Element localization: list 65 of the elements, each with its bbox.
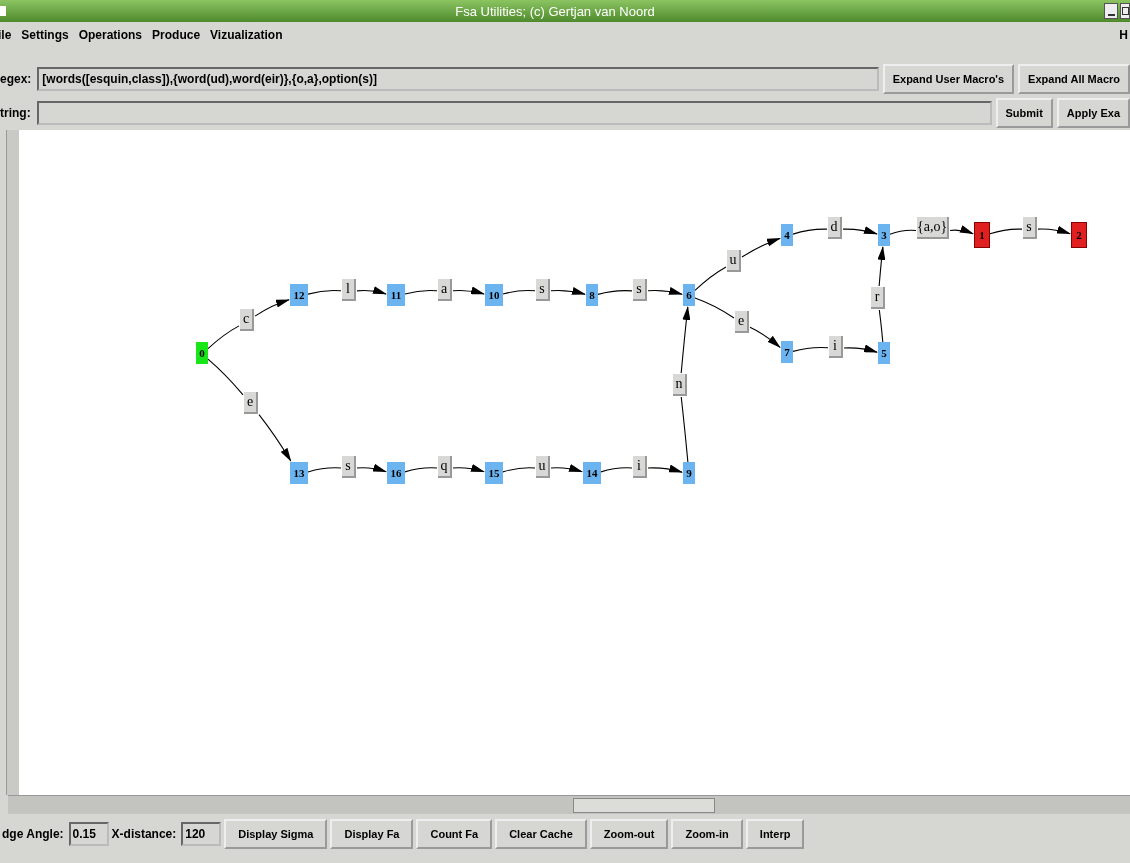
state-node[interactable]: 13 <box>290 462 308 484</box>
state-node[interactable]: 0 <box>196 342 208 364</box>
vertical-scrollbar[interactable] <box>6 130 19 795</box>
edge-label: r <box>871 287 885 309</box>
string-action-button[interactable]: Submit <box>995 98 1053 128</box>
string-field[interactable] <box>36 101 992 125</box>
edge-label: e <box>244 392 258 414</box>
edge-label: {a,o} <box>917 217 949 239</box>
state-node[interactable]: 16 <box>387 462 405 484</box>
menu-item[interactable]: Operations <box>78 28 143 42</box>
edge-label: c <box>240 309 254 331</box>
regex-field[interactable]: [words([esquin,class]),{word(ud),word(eir)},{o,a},option(s)] <box>37 67 879 91</box>
edge-angle-field[interactable]: 0.15 <box>68 822 109 846</box>
minimize-icon[interactable] <box>1104 3 1118 19</box>
state-node[interactable]: 14 <box>583 462 601 484</box>
string-label: tring: <box>0 106 32 120</box>
edge-label: a <box>438 279 452 301</box>
edge-label: s <box>536 279 550 301</box>
menu-item[interactable]: Vizualization <box>210 28 283 42</box>
toolbar-button[interactable]: Display Fa <box>330 819 414 849</box>
x-distance-label: X-distance: <box>111 827 178 841</box>
toolbar-button[interactable]: Clear Cache <box>495 819 587 849</box>
regex-label: egex: <box>0 72 33 86</box>
state-node[interactable]: 9 <box>683 462 695 484</box>
edge-label: n <box>673 374 687 396</box>
state-node[interactable]: 5 <box>878 342 890 364</box>
toolbar-button[interactable]: Zoom-in <box>671 819 743 849</box>
expand-button[interactable]: Expand All Macro <box>1018 64 1130 94</box>
scrollbar-thumb[interactable] <box>573 798 715 813</box>
state-node[interactable]: 6 <box>683 284 695 306</box>
toolbar-button[interactable]: Interp <box>745 819 805 849</box>
edge-label: e <box>735 311 749 333</box>
help-menu-item[interactable]: H <box>1119 28 1128 42</box>
toolbar-button[interactable]: Display Sigma <box>224 819 328 849</box>
edge-label: i <box>633 456 647 478</box>
state-node[interactable]: 4 <box>781 224 793 246</box>
edge-angle-label: dge Angle: <box>2 827 65 841</box>
edge-label: s <box>1023 217 1037 239</box>
x-distance-field[interactable]: 120 <box>181 822 222 846</box>
edge-label: d <box>828 217 842 239</box>
menu-item[interactable]: Settings <box>21 28 69 42</box>
string-action-button[interactable]: Apply Exa <box>1056 98 1130 128</box>
state-node[interactable]: 2 <box>1071 222 1087 248</box>
edge-label: l <box>342 279 356 301</box>
state-node[interactable]: 1 <box>974 222 990 248</box>
edge-label: i <box>829 336 843 358</box>
toolbar-button[interactable]: Count Fa <box>416 819 493 849</box>
window-title: Fsa Utilities; (c) Gertjan van Noord <box>454 3 656 19</box>
state-node[interactable]: 10 <box>485 284 503 306</box>
edge-label: u <box>727 250 741 272</box>
state-node[interactable]: 3 <box>878 224 890 246</box>
state-node[interactable]: 11 <box>387 284 405 306</box>
state-node[interactable]: 7 <box>781 341 793 363</box>
expand-button[interactable]: Expand User Macro's <box>882 64 1015 94</box>
maximize-icon[interactable] <box>1120 3 1130 19</box>
menu-item[interactable]: Produce <box>152 28 201 42</box>
toolbar-button[interactable]: Zoom-out <box>589 819 669 849</box>
horizontal-scrollbar[interactable] <box>8 795 1130 814</box>
edge-label: s <box>633 279 647 301</box>
state-node[interactable]: 15 <box>485 462 503 484</box>
state-node[interactable]: 8 <box>586 284 598 306</box>
edge-label: s <box>342 456 356 478</box>
edge-label: q <box>438 456 452 478</box>
edge-label: u <box>536 456 550 478</box>
state-node[interactable]: 12 <box>290 284 308 306</box>
